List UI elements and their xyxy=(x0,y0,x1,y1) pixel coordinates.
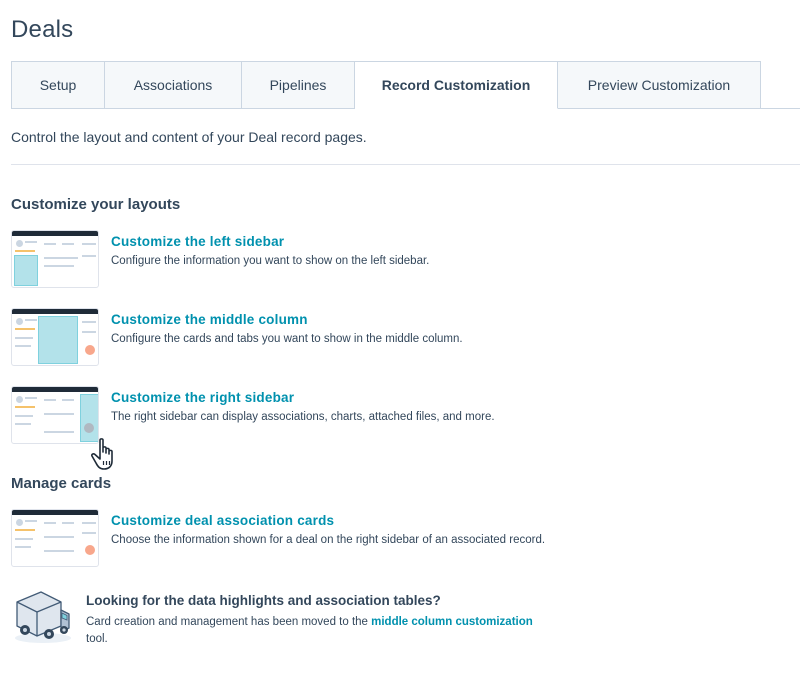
hand-pointer-cursor-icon xyxy=(90,438,113,470)
notice-body: Card creation and management has been mo… xyxy=(86,614,586,648)
notice-body-text: Card creation and management has been mo… xyxy=(86,616,372,628)
right-sidebar-description: The right sidebar can display associatio… xyxy=(111,411,495,423)
left-sidebar-thumbnail[interactable] xyxy=(11,230,99,288)
intro-text: Control the layout and content of your D… xyxy=(11,129,367,145)
tab-setup[interactable]: Setup xyxy=(11,61,105,109)
association-cards-description: Choose the information shown for a deal … xyxy=(111,534,546,546)
divider xyxy=(11,164,800,165)
middle-column-customization-link[interactable]: middle column customization xyxy=(371,616,533,628)
option-left-sidebar: Customize the left sidebar Configure the… xyxy=(11,230,771,290)
option-right-sidebar: Customize the right sidebar The right si… xyxy=(11,386,771,446)
customize-association-cards-link[interactable]: Customize deal association cards xyxy=(111,513,334,528)
left-sidebar-description: Configure the information you want to sh… xyxy=(111,255,430,267)
tab-bar: Setup Associations Pipelines Record Cust… xyxy=(11,61,761,109)
customize-right-sidebar-link[interactable]: Customize the right sidebar xyxy=(111,390,294,405)
notice-title: Looking for the data highlights and asso… xyxy=(86,593,441,608)
layouts-heading: Customize your layouts xyxy=(11,196,181,213)
tab-associations[interactable]: Associations xyxy=(105,61,242,109)
tab-record-customization[interactable]: Record Customization xyxy=(355,61,558,109)
notice-body-tail: tool. xyxy=(86,633,108,645)
option-middle-column: Customize the middle column Configure th… xyxy=(11,308,771,368)
tab-preview-customization[interactable]: Preview Customization xyxy=(558,61,761,109)
page-title: Deals xyxy=(11,16,74,43)
right-sidebar-thumbnail[interactable] xyxy=(11,386,99,444)
association-cards-thumbnail[interactable] xyxy=(11,509,99,567)
customize-middle-column-link[interactable]: Customize the middle column xyxy=(111,312,308,327)
middle-column-thumbnail[interactable] xyxy=(11,308,99,366)
tab-baseline xyxy=(760,108,800,109)
middle-column-description: Configure the cards and tabs you want to… xyxy=(111,333,463,345)
option-association-cards: Customize deal association cards Choose … xyxy=(11,509,771,569)
delivery-truck-icon xyxy=(15,591,71,643)
tab-pipelines[interactable]: Pipelines xyxy=(242,61,355,109)
manage-cards-heading: Manage cards xyxy=(11,475,112,492)
moved-notice: Looking for the data highlights and asso… xyxy=(11,586,611,646)
customize-left-sidebar-link[interactable]: Customize the left sidebar xyxy=(111,234,284,249)
